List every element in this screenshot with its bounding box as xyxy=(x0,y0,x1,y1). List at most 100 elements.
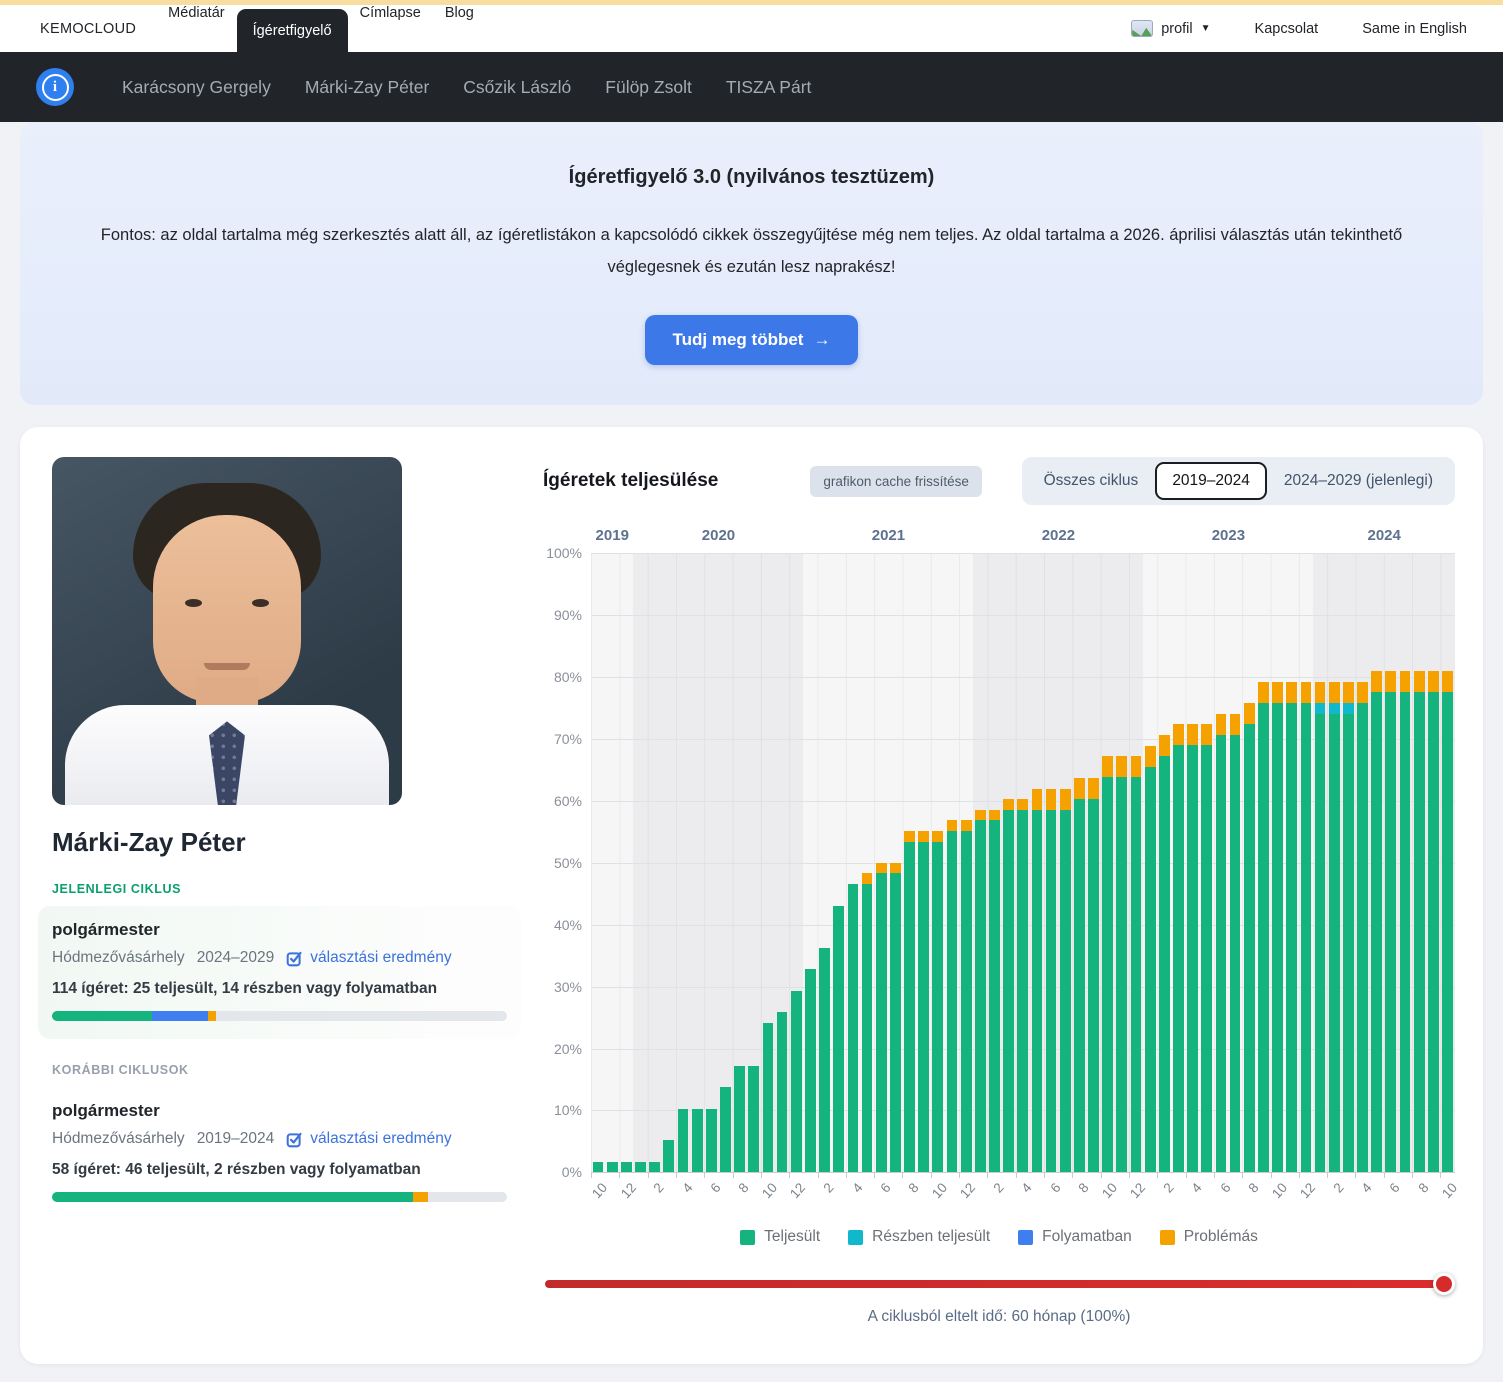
nav-politician-link[interactable]: Márki-Zay Péter xyxy=(305,77,429,98)
kapcsolat-link[interactable]: Kapcsolat xyxy=(1255,21,1319,37)
stacked-bar-2024-08 xyxy=(1414,671,1425,1172)
stacked-bar-2023-09 xyxy=(1258,682,1269,1173)
slider-track[interactable] xyxy=(545,1280,1447,1288)
bar-segment xyxy=(1046,810,1057,1173)
bar-segment xyxy=(1060,789,1071,810)
bar-slot-2024-03 xyxy=(1341,553,1355,1172)
bar-slot-2022-10: 10 xyxy=(1101,553,1115,1172)
bar-slot-2021-03 xyxy=(832,553,846,1172)
refresh-chart-cache-button[interactable]: grafikon cache frissítése xyxy=(810,466,982,497)
bar-segment xyxy=(1088,778,1099,799)
stacked-bar-2020-04 xyxy=(678,1109,689,1173)
bar-slot-2023-11 xyxy=(1285,553,1299,1172)
y-axis-label: 40% xyxy=(554,917,582,933)
bar-slot-2021-06: 6 xyxy=(874,553,888,1172)
legend-swatch-icon xyxy=(740,1230,755,1245)
bar-segment xyxy=(1060,810,1071,1173)
topbar-tab[interactable]: Médiatár xyxy=(156,5,236,21)
bar-segment xyxy=(1357,682,1368,703)
bar-segment xyxy=(1187,724,1198,745)
bar-segment xyxy=(1315,703,1326,714)
bar-slot-2023-01 xyxy=(1143,553,1157,1172)
bar-segment xyxy=(1258,682,1269,703)
nav-politician-link[interactable]: Csőzik László xyxy=(463,77,571,98)
bar-segment xyxy=(1315,714,1326,1173)
bar-segment xyxy=(1230,714,1241,735)
bar-segment xyxy=(763,1023,774,1172)
legend-item[interactable]: Részben teljesült xyxy=(848,1228,990,1246)
hero-description: Fontos: az oldal tartalma még szerkeszté… xyxy=(80,219,1423,283)
bar-slot-2020-09 xyxy=(747,553,761,1172)
language-link[interactable]: Same in English xyxy=(1362,21,1467,37)
bar-segment xyxy=(1074,778,1085,799)
bar-slot-2023-06: 6 xyxy=(1214,553,1228,1172)
chart-y-axis: 100%90%80%70%60%50%40%30%20%10%0% xyxy=(543,553,591,1172)
bar-segment xyxy=(833,906,844,1173)
info-icon[interactable]: i xyxy=(36,68,74,106)
bar-segment xyxy=(1428,692,1439,1172)
bar-slot-2022-09 xyxy=(1086,553,1100,1172)
bar-segment xyxy=(720,1087,731,1172)
cycle-tab[interactable]: Összes ciklus xyxy=(1027,462,1156,500)
topbar-tab[interactable]: Blog xyxy=(433,5,486,21)
y-axis-label: 30% xyxy=(554,979,582,995)
cycle-tab[interactable]: 2024–2029 (jelenlegi) xyxy=(1267,462,1450,500)
current-role: polgármester xyxy=(52,920,507,940)
stacked-bar-2020-11 xyxy=(777,1012,788,1172)
stacked-bar-2023-12 xyxy=(1301,682,1312,1173)
bar-slot-2022-08: 8 xyxy=(1072,553,1086,1172)
brand-logo[interactable]: KEMOCLOUD xyxy=(40,21,136,37)
nav-politician-link[interactable]: Karácsony Gergely xyxy=(122,77,271,98)
stacked-bar-2020-02 xyxy=(649,1162,660,1173)
chevron-down-icon: ▼ xyxy=(1201,23,1211,34)
gridline xyxy=(591,1172,1455,1173)
stacked-bar-2024-02 xyxy=(1329,682,1340,1172)
bar-segment xyxy=(1272,682,1283,703)
bar-segment xyxy=(1400,692,1411,1172)
bar-segment xyxy=(1244,703,1255,724)
profile-menu[interactable]: profil ▼ xyxy=(1131,20,1210,37)
previous-progress-bar xyxy=(52,1192,507,1202)
bar-segment xyxy=(1187,745,1198,1172)
bar-segment xyxy=(1159,756,1170,1172)
topbar-tab[interactable]: Ígéretfigyelő xyxy=(237,9,348,52)
current-cycle-heading: JELENLEGI CIKLUS xyxy=(52,882,507,896)
previous-election-result-link[interactable]: választási eredmény xyxy=(286,1130,451,1148)
bar-segment xyxy=(1201,724,1212,745)
stacked-bar-2022-07 xyxy=(1060,789,1071,1173)
bar-segment xyxy=(1102,756,1113,777)
bar-segment xyxy=(947,820,958,831)
year-label: 2023 xyxy=(1212,527,1245,544)
bar-slot-2020-11 xyxy=(775,553,789,1172)
bar-slot-2020-08: 8 xyxy=(733,553,747,1172)
bar-slot-2022-11 xyxy=(1115,553,1129,1172)
bar-segment xyxy=(1116,756,1127,777)
legend-item[interactable]: Problémás xyxy=(1160,1228,1258,1246)
current-progress-bar xyxy=(52,1011,507,1021)
slider-handle[interactable] xyxy=(1433,1273,1455,1295)
legend-label: Részben teljesült xyxy=(872,1228,990,1246)
bar-slot-2023-05 xyxy=(1200,553,1214,1172)
bar-segment xyxy=(904,842,915,1173)
topbar-tab[interactable]: Címlapse xyxy=(348,5,433,21)
cycle-tab[interactable]: 2019–2024 xyxy=(1155,462,1267,500)
x-axis-label: 6 xyxy=(1217,1180,1233,1196)
learn-more-button[interactable]: Tudj meg többet → xyxy=(645,315,859,365)
legend-item[interactable]: Teljesült xyxy=(740,1228,820,1246)
y-axis-label: 10% xyxy=(554,1102,582,1118)
stacked-bar-2021-03 xyxy=(833,906,844,1173)
bar-segment xyxy=(1216,714,1227,735)
promise-fulfillment-chart[interactable]: 100%90%80%70%60%50%40%30%20%10%0% 201920… xyxy=(543,553,1455,1172)
y-axis-label: 50% xyxy=(554,855,582,871)
legend-item[interactable]: Folyamatban xyxy=(1018,1228,1132,1246)
nav-politician-link[interactable]: Fülöp Zsolt xyxy=(605,77,692,98)
progress-segment-orange xyxy=(208,1011,216,1021)
nav-politician-link[interactable]: TISZA Párt xyxy=(726,77,812,98)
stacked-bar-2022-04 xyxy=(1017,799,1028,1172)
stacked-bar-2021-12 xyxy=(961,820,972,1172)
x-axis-label: 10 xyxy=(1099,1180,1120,1201)
bar-segment xyxy=(1428,671,1439,692)
current-election-result-link[interactable]: választási eredmény xyxy=(286,949,451,967)
bar-slot-2021-11 xyxy=(945,553,959,1172)
bar-segment xyxy=(791,991,802,1172)
